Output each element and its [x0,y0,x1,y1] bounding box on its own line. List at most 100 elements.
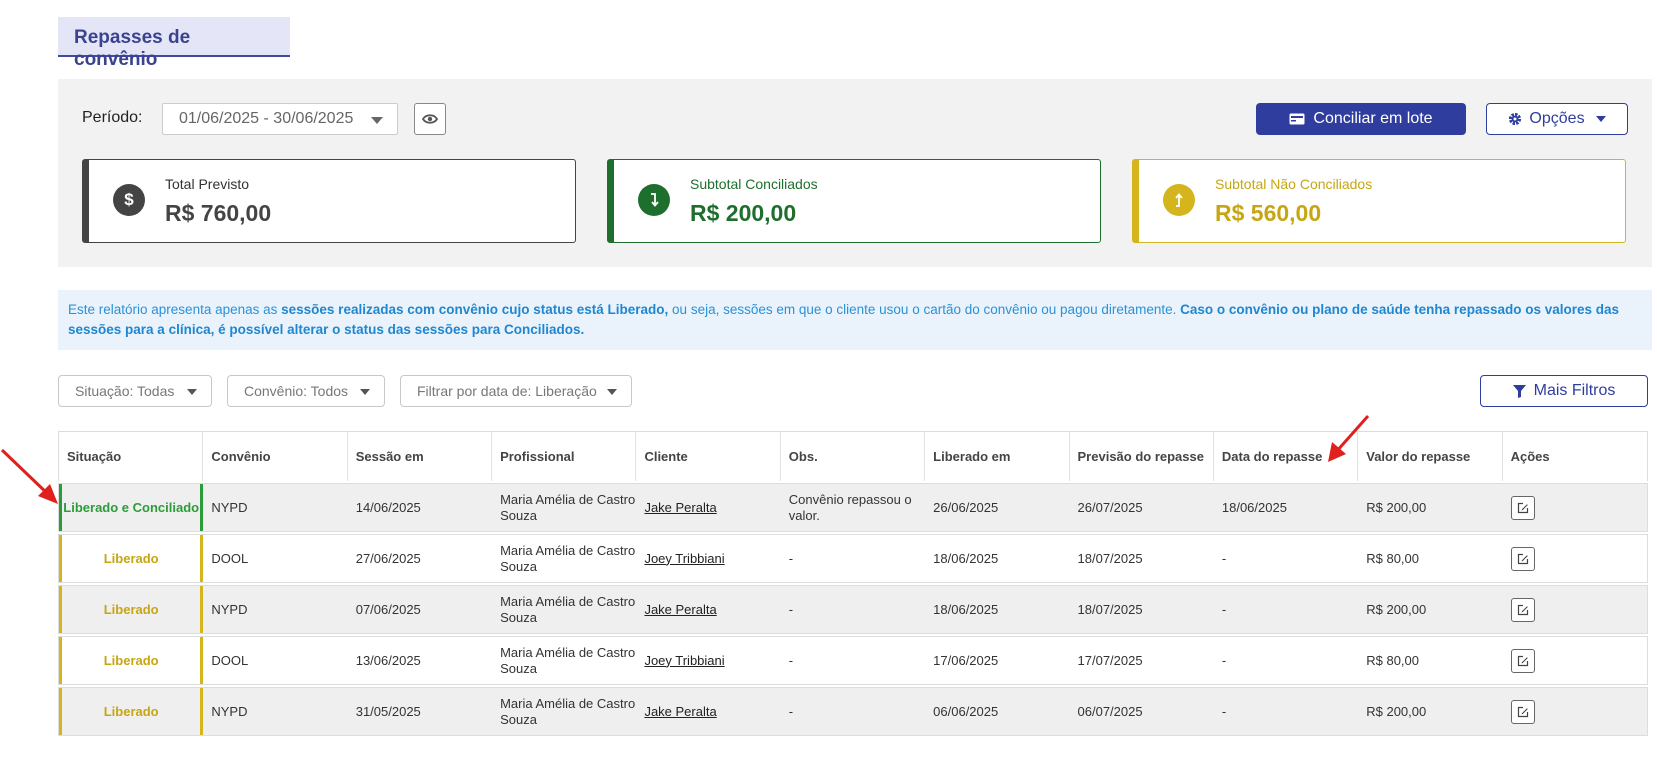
table-row: Liberado DOOL 27/06/2025 Maria Amélia de… [58,534,1648,583]
table-row: Liberado NYPD 07/06/2025 Maria Amélia de… [58,585,1648,634]
obs-cell: - [788,601,794,617]
filter-icon [1512,384,1526,398]
data-repasse-cell: 18/06/2025 [1221,499,1287,515]
info-message: Este relatório apresenta apenas as sessõ… [58,290,1652,350]
annotation-arrow-left [0,448,58,504]
sessao-cell: 13/06/2025 [355,652,421,668]
column-header[interactable]: Profissional [492,432,637,481]
status-badge: Liberado e Conciliado [59,484,204,531]
liberado-cell: 18/06/2025 [933,601,999,617]
convenio-cell: DOOL [211,652,249,668]
liberado-cell: 18/06/2025 [933,550,999,566]
toggle-visibility-button[interactable] [414,103,446,135]
client-link[interactable]: Joey Tribbiani [636,535,780,582]
arrow-down-icon [638,184,670,216]
chevron-down-icon [187,389,197,395]
more-filters-label: Mais Filtros [1533,382,1616,399]
valor-cell: R$ 200,00 [1366,499,1427,515]
summary-panel: Período: 01/06/2025 - 30/06/2025 Concili… [58,79,1652,267]
reconcile-batch-label: Conciliar em lote [1313,110,1433,127]
data-filter[interactable]: Filtrar por data de: Liberação [400,375,632,407]
previsao-cell: 18/07/2025 [1077,550,1143,566]
client-link[interactable]: Jake Peralta [636,586,780,633]
client-link[interactable]: Jake Peralta [636,484,780,531]
column-header[interactable]: Valor do repasse [1358,432,1503,481]
credit-card-icon [1289,113,1305,125]
previsao-cell: 26/07/2025 [1077,499,1143,515]
situacao-filter[interactable]: Situação: Todas [58,375,212,407]
card-value: R$ 560,00 [1215,200,1322,226]
gear-icon [1509,112,1522,126]
card-value: R$ 760,00 [165,200,272,226]
obs-cell: - [788,550,794,566]
status-badge: Liberado [59,586,204,633]
info-bold-text: sessões realizadas com convênio cujo sta… [281,302,669,317]
sessao-cell: 27/06/2025 [355,550,421,566]
period-select[interactable]: 01/06/2025 - 30/06/2025 [162,103,398,135]
column-header: Ações [1510,449,1550,464]
options-button[interactable]: Opções [1486,103,1628,135]
chevron-down-icon [371,117,383,124]
dollar-icon: $ [113,184,145,216]
edit-icon [1517,553,1528,564]
column-header[interactable]: Convênio [203,432,348,481]
column-header[interactable]: Sessão em [348,432,493,481]
chevron-down-icon [360,389,370,395]
liberado-cell: 17/06/2025 [933,652,999,668]
chevron-down-icon [607,389,617,395]
column-header[interactable]: Obs. [781,432,926,481]
edit-button[interactable] [1510,648,1535,673]
edit-button[interactable] [1510,597,1535,622]
eye-icon [422,114,438,124]
reconcile-batch-button[interactable]: Conciliar em lote [1256,103,1466,135]
column-header[interactable]: Cliente [636,432,781,481]
convenio-filter-label: Convênio: Todos [244,383,349,399]
subtotal-nao-conciliados-card: Subtotal Não Conciliados R$ 560,00 [1132,159,1626,243]
column-header[interactable]: Situação [59,432,204,481]
annotation-arrow-right [1328,415,1370,462]
actions-cell [1503,637,1647,684]
page-title: Repasses de convênio [58,17,290,70]
valor-cell: R$ 80,00 [1366,550,1419,566]
situacao-filter-label: Situação: Todas [75,383,175,399]
table-row: Liberado e Conciliado NYPD 14/06/2025 Ma… [58,483,1648,532]
edit-button[interactable] [1510,546,1535,571]
period-label: Período: [82,109,143,126]
convenio-cell: DOOL [211,550,249,566]
period-value: 01/06/2025 - 30/06/2025 [179,110,354,127]
convenio-filter[interactable]: Convênio: Todos [227,375,385,407]
sessao-cell: 07/06/2025 [355,601,421,617]
edit-button[interactable] [1510,699,1535,724]
obs-cell: - [788,652,794,668]
card-label: Subtotal Conciliados [690,176,818,192]
valor-cell: R$ 200,00 [1366,703,1427,719]
table-row: Liberado NYPD 31/05/2025 Maria Amélia de… [58,687,1648,736]
edit-icon [1517,502,1528,513]
edit-icon [1517,604,1528,615]
liberado-cell: 26/06/2025 [933,499,999,515]
data-repasse-cell: - [1221,550,1227,566]
column-header[interactable]: Liberado em [925,432,1070,481]
edit-icon [1517,655,1528,666]
client-link[interactable]: Jake Peralta [636,688,780,735]
subtotal-conciliados-card: Subtotal Conciliados R$ 200,00 [607,159,1101,243]
more-filters-button[interactable]: Mais Filtros [1480,375,1648,407]
liberado-cell: 06/06/2025 [933,703,999,719]
arrow-up-icon [1163,184,1195,216]
profissional-cell: Maria Amélia de Castro Souza [500,491,636,523]
obs-cell: - [788,703,794,719]
previsao-cell: 18/07/2025 [1077,601,1143,617]
actions-cell [1503,688,1647,735]
edit-icon [1517,706,1528,717]
client-link[interactable]: Joey Tribbiani [636,637,780,684]
status-badge: Liberado [59,688,204,735]
previsao-cell: 06/07/2025 [1077,703,1143,719]
convenio-cell: NYPD [211,601,248,617]
info-text: Este relatório apresenta apenas as [68,302,282,317]
options-label: Opções [1529,110,1585,127]
column-header[interactable]: Previsão do repasse [1070,432,1214,481]
edit-button[interactable] [1510,495,1535,520]
repasses-table: Situação Convênio Sessão em Profissional… [58,431,1648,736]
data-repasse-cell: - [1221,703,1227,719]
info-text: ou seja, sessões em que o cliente usou o… [668,302,1181,317]
